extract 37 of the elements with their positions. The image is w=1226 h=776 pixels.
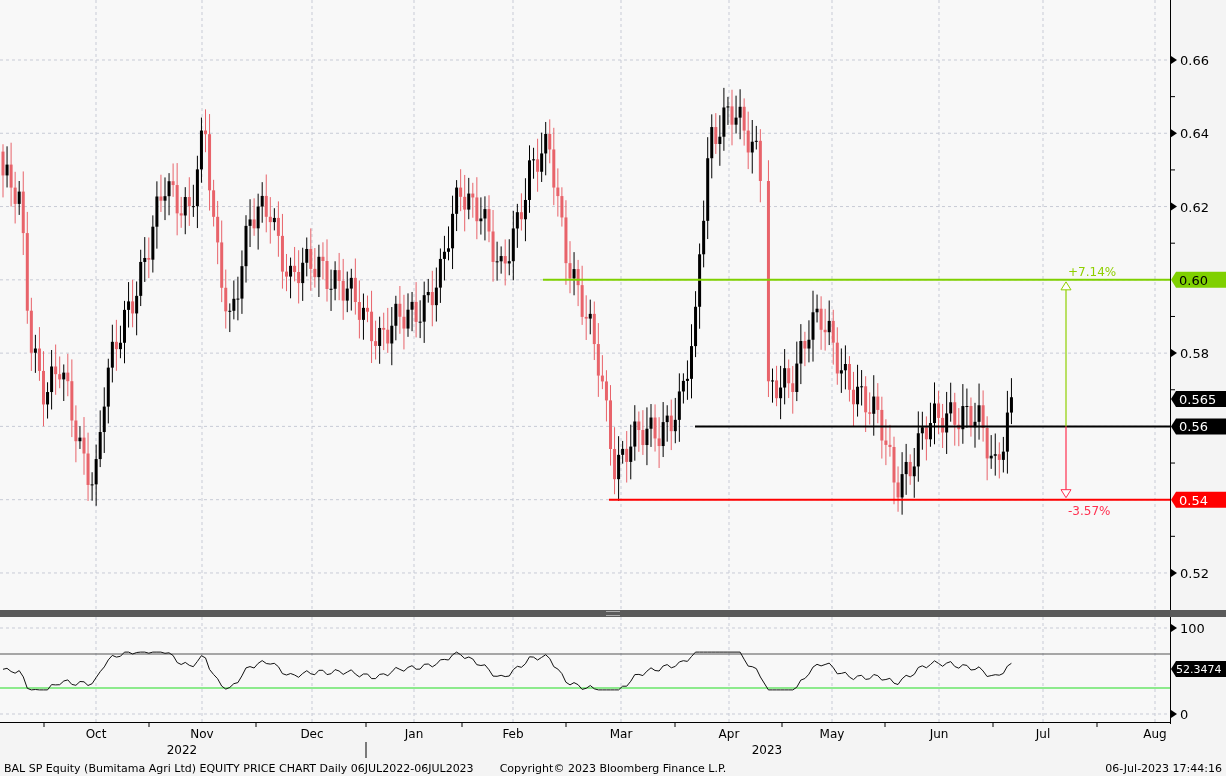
month-label: Jan xyxy=(404,727,424,741)
timestamp: 06-Jul-2023 17:44:16 xyxy=(1105,761,1222,775)
percent-change-label: +7.14% xyxy=(1068,264,1117,279)
tick-pointer-icon xyxy=(1171,710,1177,718)
tick-pointer-icon xyxy=(1171,56,1177,64)
month-label: Oct xyxy=(85,727,107,741)
month-label: Jul xyxy=(1035,727,1051,741)
price-tag: 0.56 xyxy=(1171,418,1226,435)
tick-pointer-icon xyxy=(1171,202,1177,211)
value-tag: 52.3474 xyxy=(1171,661,1226,677)
tick-pointer-icon xyxy=(1171,624,1177,632)
year-label: 2023 xyxy=(751,743,783,757)
axis-label: 0 xyxy=(1180,707,1189,722)
tick-pointer-icon xyxy=(1171,568,1177,577)
axis-label: 100 xyxy=(1180,621,1205,636)
month-label: Jun xyxy=(929,727,949,741)
tick-pointer-icon xyxy=(1171,129,1177,138)
axis-label: 0.62 xyxy=(1180,199,1209,215)
month-label: Mar xyxy=(609,727,633,741)
month-label: Nov xyxy=(190,727,214,741)
axis-label: 0.64 xyxy=(1180,126,1209,142)
axis-label: 0.66 xyxy=(1180,53,1209,68)
copyright-text: Copyright© 2023 Bloomberg Finance L.P. xyxy=(499,761,727,775)
axis-label: 0.58 xyxy=(1180,346,1209,362)
axis-label: 0.52 xyxy=(1180,565,1209,581)
month-label: Aug xyxy=(1143,727,1167,741)
year-label: 2022 xyxy=(166,743,198,757)
price-tag: 0.565 xyxy=(1171,391,1226,408)
price-tag: 0.54 xyxy=(1171,491,1226,508)
chart-title: BAL SP Equity (Bumitama Agri Ltd) EQUITY PRICE CHART Daily 06JUL2022-06JUL2023 xyxy=(4,761,474,775)
percent-change-label: -3.57% xyxy=(1068,503,1111,518)
month-label: Apr xyxy=(718,727,740,741)
month-label: Feb xyxy=(502,727,524,741)
tick-pointer-icon xyxy=(1171,349,1177,358)
price-tag: 0.60 xyxy=(1171,271,1226,288)
month-label: Dec xyxy=(300,727,324,741)
month-label: May xyxy=(819,727,845,741)
